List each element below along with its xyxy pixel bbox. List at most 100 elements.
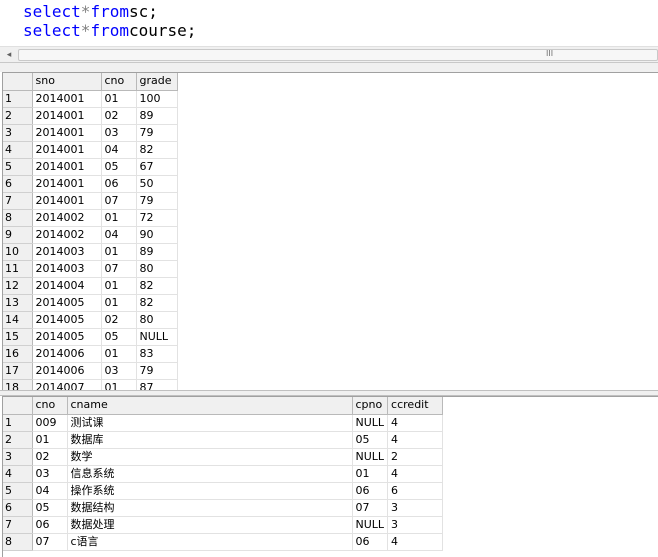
cell-cno[interactable]: 07 — [32, 533, 68, 551]
column-header-cno[interactable]: cno — [32, 397, 68, 415]
table-row[interactable]: 2 2014001 02 89 — [3, 107, 178, 125]
row-number[interactable]: 5 — [3, 158, 33, 176]
cell-cno[interactable]: 06 — [32, 516, 68, 534]
cell-cno[interactable]: 01 — [101, 277, 137, 295]
cell-cpno[interactable]: 05 — [352, 431, 389, 449]
table-row[interactable]: 5 2014001 05 67 — [3, 158, 178, 176]
cell-cno[interactable]: 01 — [101, 345, 137, 363]
table-row[interactable]: 10 2014003 01 89 — [3, 243, 178, 261]
cell-grade[interactable]: 67 — [136, 158, 178, 176]
cell-sno[interactable]: 2014001 — [32, 124, 102, 142]
table-row[interactable]: 8 2014002 01 72 — [3, 209, 178, 227]
cell-cpno[interactable]: NULL — [352, 448, 389, 466]
cell-cno[interactable]: 03 — [32, 465, 68, 483]
row-number[interactable]: 6 — [3, 175, 33, 193]
table-row[interactable]: 1 2014001 01 100 — [3, 90, 178, 108]
cell-cno[interactable]: 04 — [101, 141, 137, 159]
cell-cno[interactable]: 06 — [101, 175, 137, 193]
cell-sno[interactable]: 2014001 — [32, 141, 102, 159]
table-row[interactable]: 18 2014007 01 87 — [3, 379, 178, 390]
cell-sno[interactable]: 2014003 — [32, 243, 102, 261]
scroll-left-arrow-icon[interactable]: ◂ — [3, 48, 15, 62]
cell-sno[interactable]: 2014005 — [32, 311, 102, 329]
cell-sno[interactable]: 2014002 — [32, 209, 102, 227]
row-number[interactable]: 13 — [3, 294, 33, 312]
cell-cname[interactable]: 测试课 — [67, 414, 353, 432]
cell-cno[interactable]: 04 — [32, 482, 68, 500]
results-grid-course[interactable]: cno cname cpno ccredit 1 009 测试课 NULL 4 2 01 数据库 05… — [2, 396, 658, 557]
table-row[interactable]: 16 2014006 01 83 — [3, 345, 178, 363]
row-number[interactable]: 17 — [3, 362, 33, 380]
cell-cname[interactable]: 数据库 — [67, 431, 353, 449]
cell-ccredit[interactable]: 2 — [387, 448, 444, 466]
table-row[interactable]: 9 2014002 04 90 — [3, 226, 178, 244]
cell-grade[interactable]: 50 — [136, 175, 178, 193]
cell-cno[interactable]: 04 — [101, 226, 137, 244]
cell-cpno[interactable]: 06 — [352, 533, 389, 551]
column-header-cname[interactable]: cname — [67, 397, 353, 415]
cell-grade[interactable]: 82 — [136, 141, 178, 159]
column-header-sno[interactable]: sno — [32, 73, 102, 91]
cell-sno[interactable]: 2014006 — [32, 362, 102, 380]
cell-grade[interactable]: 83 — [136, 345, 178, 363]
table-row[interactable]: 5 04 操作系统 06 6 — [3, 482, 444, 500]
cell-ccredit[interactable]: 4 — [387, 465, 444, 483]
table-row[interactable]: 4 03 信息系统 01 4 — [3, 465, 444, 483]
cell-cno[interactable]: 01 — [101, 294, 137, 312]
row-number[interactable]: 3 — [3, 124, 33, 142]
cell-sno[interactable]: 2014005 — [32, 294, 102, 312]
cell-grade[interactable]: 79 — [136, 192, 178, 210]
grid-corner[interactable] — [3, 73, 33, 91]
row-number[interactable]: 6 — [3, 499, 33, 517]
cell-grade[interactable]: 90 — [136, 226, 178, 244]
cell-cno[interactable]: 02 — [32, 448, 68, 466]
cell-ccredit[interactable]: 6 — [387, 482, 444, 500]
cell-grade[interactable]: 100 — [136, 90, 178, 108]
cell-cpno[interactable]: 01 — [352, 465, 389, 483]
cell-cname[interactable]: 数据结构 — [67, 499, 353, 517]
cell-sno[interactable]: 2014005 — [32, 328, 102, 346]
cell-cno[interactable]: 02 — [101, 107, 137, 125]
table-row[interactable]: 2 01 数据库 05 4 — [3, 431, 444, 449]
cell-cname[interactable]: c语言 — [67, 533, 353, 551]
row-number[interactable]: 9 — [3, 226, 33, 244]
cell-cno[interactable]: 03 — [101, 124, 137, 142]
cell-ccredit[interactable]: 4 — [387, 414, 444, 432]
cell-cno[interactable]: 009 — [32, 414, 68, 432]
row-number[interactable]: 16 — [3, 345, 33, 363]
table-row[interactable]: 11 2014003 07 80 — [3, 260, 178, 278]
row-number[interactable]: 14 — [3, 311, 33, 329]
cell-sno[interactable]: 2014001 — [32, 158, 102, 176]
cell-sno[interactable]: 2014002 — [32, 226, 102, 244]
scrollbar-thumb[interactable]: III — [18, 49, 658, 61]
cell-sno[interactable]: 2014001 — [32, 90, 102, 108]
row-number[interactable]: 1 — [3, 90, 33, 108]
cell-cno[interactable]: 01 — [101, 209, 137, 227]
cell-cno[interactable]: 05 — [101, 158, 137, 176]
editor-horizontal-scrollbar[interactable]: ◂ III — [0, 46, 658, 63]
cell-cpno[interactable]: 06 — [352, 482, 389, 500]
cell-grade[interactable]: 79 — [136, 362, 178, 380]
cell-grade[interactable]: NULL — [136, 328, 178, 346]
cell-grade[interactable]: 82 — [136, 294, 178, 312]
cell-cno[interactable]: 01 — [101, 243, 137, 261]
cell-cno[interactable]: 07 — [101, 260, 137, 278]
cell-grade[interactable]: 79 — [136, 124, 178, 142]
cell-cname[interactable]: 数学 — [67, 448, 353, 466]
cell-cpno[interactable]: NULL — [352, 414, 389, 432]
row-number[interactable]: 7 — [3, 516, 33, 534]
cell-cpno[interactable]: 07 — [352, 499, 389, 517]
table-row[interactable]: 8 07 c语言 06 4 — [3, 533, 444, 551]
table-row[interactable]: 3 02 数学 NULL 2 — [3, 448, 444, 466]
row-number[interactable]: 4 — [3, 465, 33, 483]
column-header-cpno[interactable]: cpno — [352, 397, 389, 415]
cell-ccredit[interactable]: 4 — [387, 533, 444, 551]
row-number[interactable]: 10 — [3, 243, 33, 261]
query-editor[interactable]: select*fromsc; select*fromcourse; — [0, 0, 658, 45]
cell-cno[interactable]: 03 — [101, 362, 137, 380]
row-number[interactable]: 12 — [3, 277, 33, 295]
cell-sno[interactable]: 2014004 — [32, 277, 102, 295]
table-row[interactable]: 14 2014005 02 80 — [3, 311, 178, 329]
cell-grade[interactable]: 89 — [136, 243, 178, 261]
cell-grade[interactable]: 87 — [136, 379, 178, 390]
